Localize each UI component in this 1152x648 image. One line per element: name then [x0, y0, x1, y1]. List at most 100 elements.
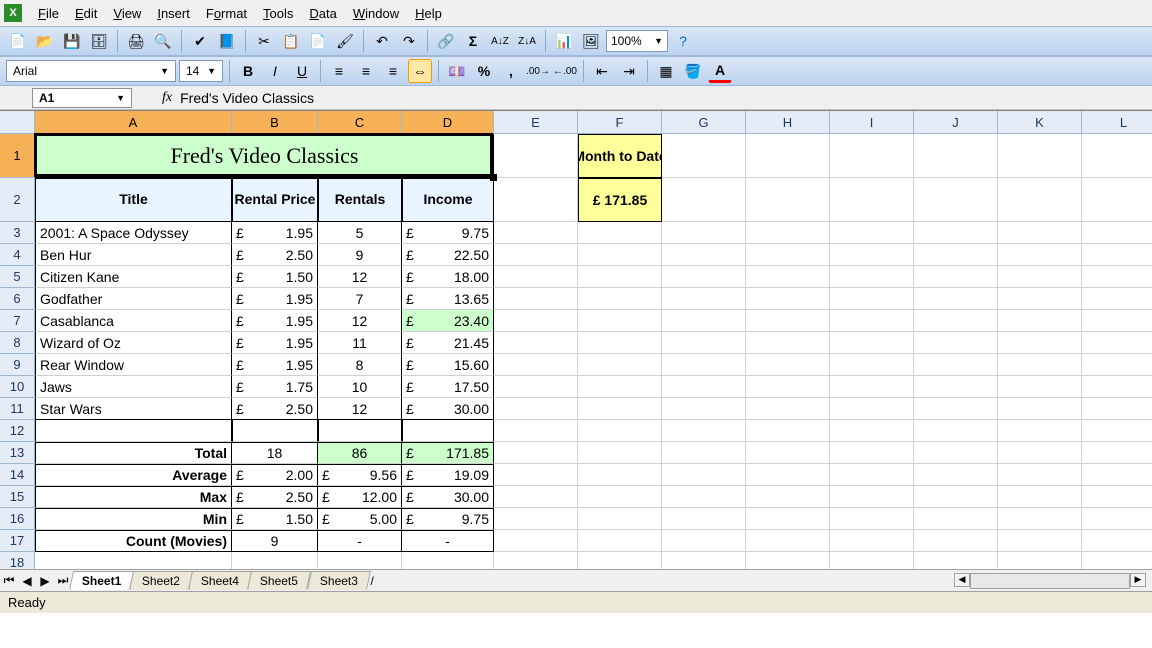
cell-empty[interactable]	[998, 332, 1082, 354]
research-icon[interactable]: 📘	[215, 29, 239, 53]
cell-empty[interactable]	[914, 398, 998, 420]
cell-rentals[interactable]: 9	[318, 244, 402, 266]
select-all-corner[interactable]	[0, 111, 35, 134]
hdr-title[interactable]: Title	[35, 178, 232, 222]
decrease-decimal-icon[interactable]: ←.00	[553, 59, 577, 83]
hscroll-track[interactable]	[970, 573, 1130, 589]
font-name-combo[interactable]: Arial ▼	[6, 60, 176, 82]
row-header-13[interactable]: 13	[0, 442, 35, 464]
font-color-icon[interactable]: A	[708, 59, 732, 83]
cell-empty[interactable]	[914, 266, 998, 288]
cell-empty[interactable]	[578, 552, 662, 569]
cell-empty[interactable]	[998, 376, 1082, 398]
cell-empty[interactable]	[1082, 376, 1152, 398]
row-header-5[interactable]: 5	[0, 266, 35, 288]
cell-empty[interactable]	[914, 222, 998, 244]
cell-empty[interactable]	[998, 266, 1082, 288]
cell-empty[interactable]	[578, 530, 662, 552]
cell-empty[interactable]	[1082, 244, 1152, 266]
cell-empty[interactable]	[662, 398, 746, 420]
cell-empty[interactable]	[1082, 332, 1152, 354]
cell-empty[interactable]	[746, 508, 830, 530]
cell-empty[interactable]	[35, 552, 232, 569]
cell-empty[interactable]	[914, 420, 998, 442]
hdr-income[interactable]: Income	[402, 178, 494, 222]
cell-empty[interactable]	[746, 354, 830, 376]
cell-empty[interactable]	[746, 244, 830, 266]
cell-empty[interactable]	[662, 310, 746, 332]
col-header-G[interactable]: G	[662, 111, 746, 134]
cell-income[interactable]: £30.00	[402, 398, 494, 420]
chevron-down-icon[interactable]: ▼	[654, 36, 663, 46]
summary-d[interactable]: -	[402, 530, 494, 552]
row-header-4[interactable]: 4	[0, 244, 35, 266]
summary-label[interactable]: Count (Movies)	[35, 530, 232, 552]
save-icon[interactable]: 💾	[60, 29, 84, 53]
cell-title[interactable]: Casablanca	[35, 310, 232, 332]
cell-empty[interactable]	[662, 464, 746, 486]
cell-empty[interactable]	[830, 266, 914, 288]
cell-empty[interactable]	[578, 244, 662, 266]
sheet-tab-sheet3[interactable]: Sheet3	[306, 571, 370, 590]
summary-label[interactable]: Min	[35, 508, 232, 530]
bold-icon[interactable]: B	[236, 59, 260, 83]
cell-empty[interactable]	[662, 266, 746, 288]
row-header-7[interactable]: 7	[0, 310, 35, 332]
formula-text[interactable]: Fred's Video Classics	[180, 90, 314, 106]
spellcheck-icon[interactable]: ✔	[188, 29, 212, 53]
cell-empty[interactable]	[662, 442, 746, 464]
menu-view[interactable]: View	[105, 3, 149, 24]
cell-empty[interactable]	[830, 310, 914, 332]
cell-empty[interactable]	[998, 178, 1082, 222]
cell-empty[interactable]	[914, 508, 998, 530]
cell-empty[interactable]	[494, 310, 578, 332]
cut-icon[interactable]: ✂	[252, 29, 276, 53]
cell-empty[interactable]	[494, 244, 578, 266]
cell-empty[interactable]	[1082, 442, 1152, 464]
col-header-H[interactable]: H	[746, 111, 830, 134]
cell-empty[interactable]	[662, 332, 746, 354]
col-header-I[interactable]: I	[830, 111, 914, 134]
cell-empty[interactable]	[662, 222, 746, 244]
font-size-combo[interactable]: 14 ▼	[179, 60, 223, 82]
new-doc-icon[interactable]: 📄	[6, 29, 30, 53]
cell-title[interactable]: Star Wars	[35, 398, 232, 420]
cell-empty[interactable]	[578, 310, 662, 332]
cell-title[interactable]: Godfather	[35, 288, 232, 310]
cell-empty[interactable]	[494, 332, 578, 354]
chart-icon[interactable]: 📊	[552, 29, 576, 53]
menu-help[interactable]: Help	[407, 3, 450, 24]
cell-empty[interactable]	[914, 134, 998, 178]
sort-asc-icon[interactable]: A↓Z	[488, 29, 512, 53]
cell-title[interactable]: Jaws	[35, 376, 232, 398]
cell-empty[interactable]	[662, 288, 746, 310]
col-header-F[interactable]: F	[578, 111, 662, 134]
cell-empty[interactable]	[494, 530, 578, 552]
print-icon[interactable]: 🖨	[124, 29, 148, 53]
cell-empty[interactable]	[746, 288, 830, 310]
summary-c[interactable]: £12.00	[318, 486, 402, 508]
cell-price[interactable]: £1.95	[232, 288, 318, 310]
cell-empty[interactable]	[746, 178, 830, 222]
col-header-B[interactable]: B	[232, 111, 318, 134]
cell-empty[interactable]	[1082, 486, 1152, 508]
menu-insert[interactable]: Insert	[149, 3, 198, 24]
cell-rentals[interactable]: 5	[318, 222, 402, 244]
cell-empty[interactable]	[998, 508, 1082, 530]
cell-rentals[interactable]: 10	[318, 376, 402, 398]
cell-empty[interactable]	[318, 420, 402, 442]
cell-empty[interactable]	[998, 552, 1082, 569]
cell-income[interactable]: £13.65	[402, 288, 494, 310]
cell-empty[interactable]	[830, 222, 914, 244]
cell-rentals[interactable]: 7	[318, 288, 402, 310]
cell-title[interactable]: 2001: A Space Odyssey	[35, 222, 232, 244]
cell-empty[interactable]	[578, 354, 662, 376]
cell-empty[interactable]	[830, 552, 914, 569]
hdr-rentals[interactable]: Rentals	[318, 178, 402, 222]
cells-area[interactable]: Fred's Video ClassicsMonth to DateTitleR…	[35, 134, 1152, 569]
cell-rentals[interactable]: 12	[318, 398, 402, 420]
cell-empty[interactable]	[998, 310, 1082, 332]
row-header-3[interactable]: 3	[0, 222, 35, 244]
italic-icon[interactable]: I	[263, 59, 287, 83]
merge-center-icon[interactable]: ⇔	[408, 59, 432, 83]
